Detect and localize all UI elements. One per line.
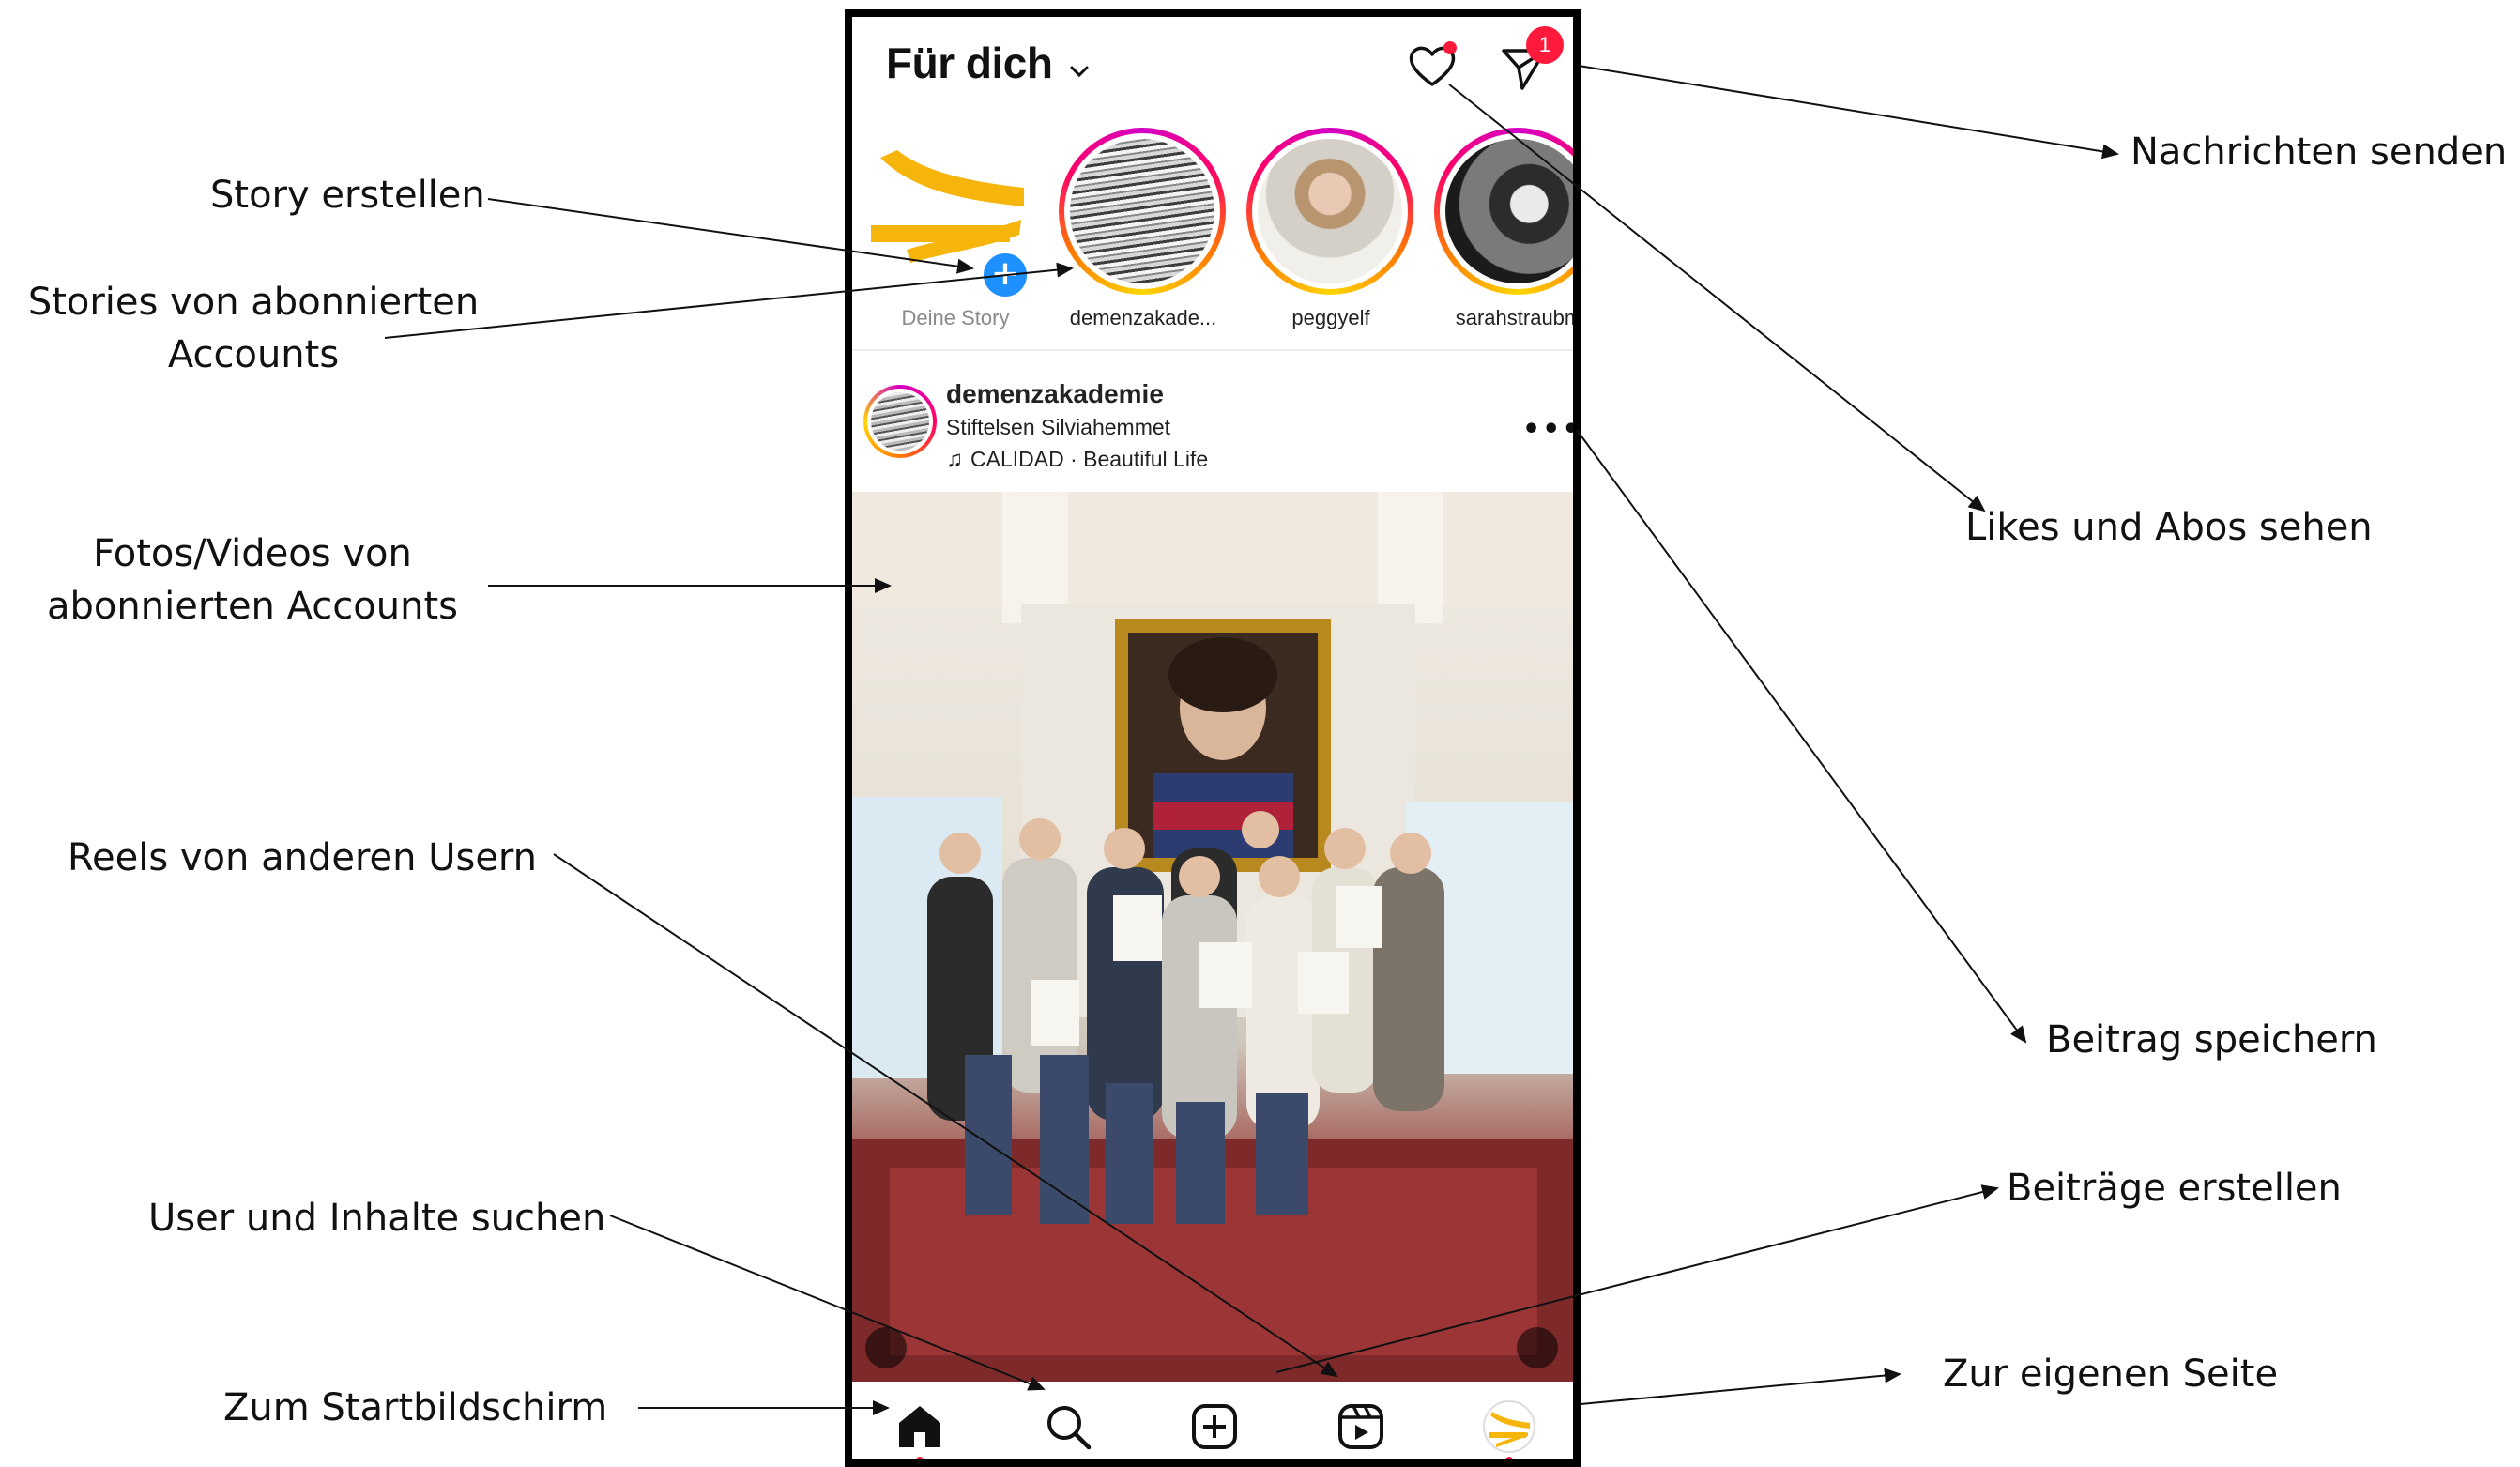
- more-options-icon[interactable]: •••: [1522, 413, 1573, 446]
- avatar: [1070, 139, 1214, 283]
- add-story-plus-icon[interactable]: +: [980, 250, 1031, 300]
- annotation-line: abonnierten Accounts: [47, 585, 458, 628]
- message-count-badge: 1: [1526, 26, 1564, 64]
- annotation-fotos-videos: Fotos/Videos von abonnierten Accounts: [32, 527, 473, 633]
- post-photo[interactable]: [852, 492, 1573, 1382]
- story-item[interactable]: sarahstraubm: [1425, 122, 1581, 347]
- story-ring: [1059, 128, 1226, 295]
- mute-icon[interactable]: [1517, 1327, 1558, 1368]
- story-label: Deine Story: [901, 306, 1010, 329]
- feed-selector[interactable]: Für dich: [886, 38, 1053, 88]
- search-icon[interactable]: [1042, 1400, 1094, 1453]
- annotation-suchen: User und Inhalte suchen: [148, 1197, 606, 1240]
- divider: [852, 349, 1573, 351]
- annotation-startbildschirm: Zum Startbildschirm: [223, 1386, 608, 1429]
- top-bar: Für dich 1: [852, 17, 1573, 120]
- home-icon[interactable]: [893, 1400, 946, 1453]
- create-post-icon[interactable]: [1188, 1400, 1241, 1453]
- story-ring: [1246, 128, 1413, 295]
- post-username[interactable]: demenzakademie: [946, 379, 1164, 409]
- annotation-speichern: Beitrag speichern: [2046, 1018, 2377, 1062]
- story-label: demenzakade...: [1069, 306, 1217, 329]
- profile-avatar-icon[interactable]: [1483, 1400, 1535, 1453]
- story-item[interactable]: demenzakade...: [1049, 122, 1228, 347]
- notification-dot: [1443, 41, 1457, 54]
- stories-tray: + Deine Story demenzakade... peggyelf sa…: [852, 122, 1573, 347]
- user-tag-icon[interactable]: [865, 1327, 907, 1368]
- post-music[interactable]: ♫ CALIDAD · Beautiful Life: [946, 447, 1208, 473]
- bottom-nav: [852, 1382, 1573, 1459]
- profile-dot: [1505, 1457, 1513, 1459]
- post-header: demenzakademie Stiftelsen Silviahemmet ♫…: [852, 360, 1573, 492]
- music-note-icon: ♫: [946, 447, 963, 472]
- post-location[interactable]: Stiftelsen Silviahemmet: [946, 415, 1170, 440]
- annotation-stories-von: Stories von abonnierten Accounts: [19, 276, 488, 381]
- group-photo: [852, 492, 1573, 1382]
- brand-logo-icon: [871, 150, 1024, 263]
- active-tab-dot: [916, 1457, 924, 1459]
- story-label: peggyelf: [1291, 306, 1370, 329]
- annotation-line: Fotos/Videos von: [93, 532, 412, 575]
- chevron-down-icon[interactable]: [1066, 62, 1092, 81]
- annotation-eigene-seite: Zur eigenen Seite: [1943, 1352, 2279, 1396]
- reels-icon[interactable]: [1335, 1400, 1387, 1453]
- story-label: sarahstraubm: [1455, 306, 1581, 329]
- annotation-line: Accounts: [167, 333, 340, 376]
- annotation-erstellen: Beiträge erstellen: [2007, 1167, 2342, 1210]
- post-music-text: CALIDAD · Beautiful Life: [970, 447, 1209, 471]
- annotation-reels: Reels von anderen Usern: [68, 836, 538, 879]
- annotation-likes: Likes und Abos sehen: [1965, 506, 2373, 549]
- story-item[interactable]: peggyelf: [1237, 122, 1415, 347]
- annotation-line: Stories von abonnierten: [27, 281, 480, 324]
- brand-logo-icon: [1489, 1412, 1530, 1447]
- annotation-nachrichten: Nachrichten senden: [2131, 130, 2508, 174]
- post-avatar[interactable]: [863, 385, 937, 458]
- story-ring: [1434, 128, 1573, 295]
- phone-screen: Für dich 1 + Deine Story demenzakade... …: [845, 9, 1581, 1467]
- story-own[interactable]: + Deine Story: [862, 122, 1040, 347]
- annotation-story-erstellen: Story erstellen: [210, 174, 485, 217]
- avatar: [1258, 139, 1402, 283]
- avatar: [1445, 139, 1573, 283]
